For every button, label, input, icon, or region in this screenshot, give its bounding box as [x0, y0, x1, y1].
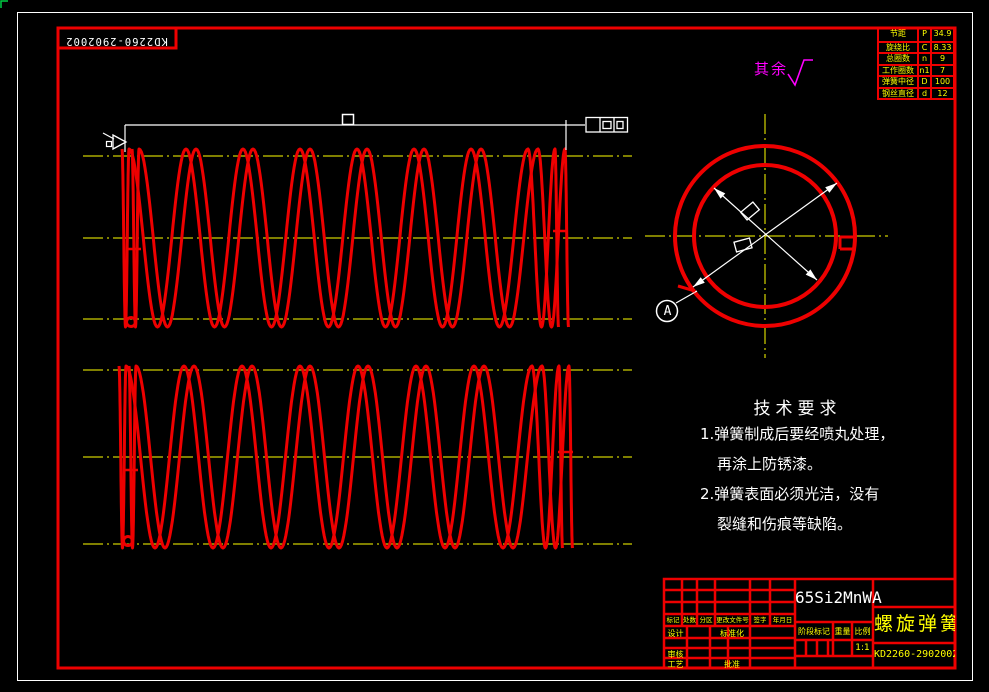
spring-parameter-table: 节距 P 34.9 旋绕比 C 8.33 总圈数 n 9 工作圈数 n1 7 弹簧中径 D 100 …	[877, 27, 955, 100]
table-row: 钢丝直径 d 12	[879, 86, 953, 98]
table-row: 弹簧中径 D 100	[879, 75, 953, 87]
label-weight: 重量	[834, 627, 851, 636]
section-label: A	[663, 304, 672, 319]
label-design: 设计	[667, 629, 684, 638]
table-row: 节距 P 34.9	[879, 29, 953, 41]
label-approve: 批准	[724, 660, 740, 669]
tech-requirements-title: 技术要求	[753, 399, 842, 419]
label-process: 工艺	[667, 660, 684, 669]
table-row: 总圈数 n 9	[879, 52, 953, 64]
section-leader-line	[675, 290, 698, 304]
label-standardization: 标准化	[720, 629, 744, 638]
cad-drawing-sheet: KD2260-2902002 其余 节距 P 34.9 旋绕比 C 8.33 总圈数 n 9…	[0, 0, 989, 692]
scale-value: 1:1	[855, 643, 870, 653]
label-stage-mark: 阶段标记	[798, 627, 830, 636]
datum-square-icon	[105, 140, 113, 148]
datum-arrow-icon	[112, 133, 128, 151]
revision-header-row: 标记 处数 分区 更改文件号 签字 年月日	[666, 616, 793, 624]
title-block-drawing-number: KD2260-2902002	[874, 649, 955, 660]
tech-requirements-text: 1.弹簧制成后要经喷丸处理， 再涂上防锈漆。 2.弹簧表面必须光洁，没有 裂缝和…	[700, 425, 895, 533]
frame-drawing-number: KD2260-2902002	[65, 35, 168, 47]
wire-end-loop	[122, 535, 134, 547]
table-row: 工作圈数 n1 7	[879, 63, 953, 75]
part-name: 螺旋弹簧	[874, 613, 955, 635]
surface-note-label: 其余	[754, 60, 789, 78]
top-annotations	[102, 113, 629, 152]
roughness-symbol-icon	[787, 59, 813, 87]
label-scale: 比例	[854, 627, 871, 636]
corner-mark-icon	[0, 0, 8, 8]
wire-end-loop	[125, 316, 137, 328]
table-row: 旋绕比 C 8.33	[879, 40, 953, 52]
material-spec: 65Si2MnWA	[795, 588, 882, 607]
symbol-box	[341, 113, 355, 126]
tolerance-frame-icon	[585, 116, 629, 133]
